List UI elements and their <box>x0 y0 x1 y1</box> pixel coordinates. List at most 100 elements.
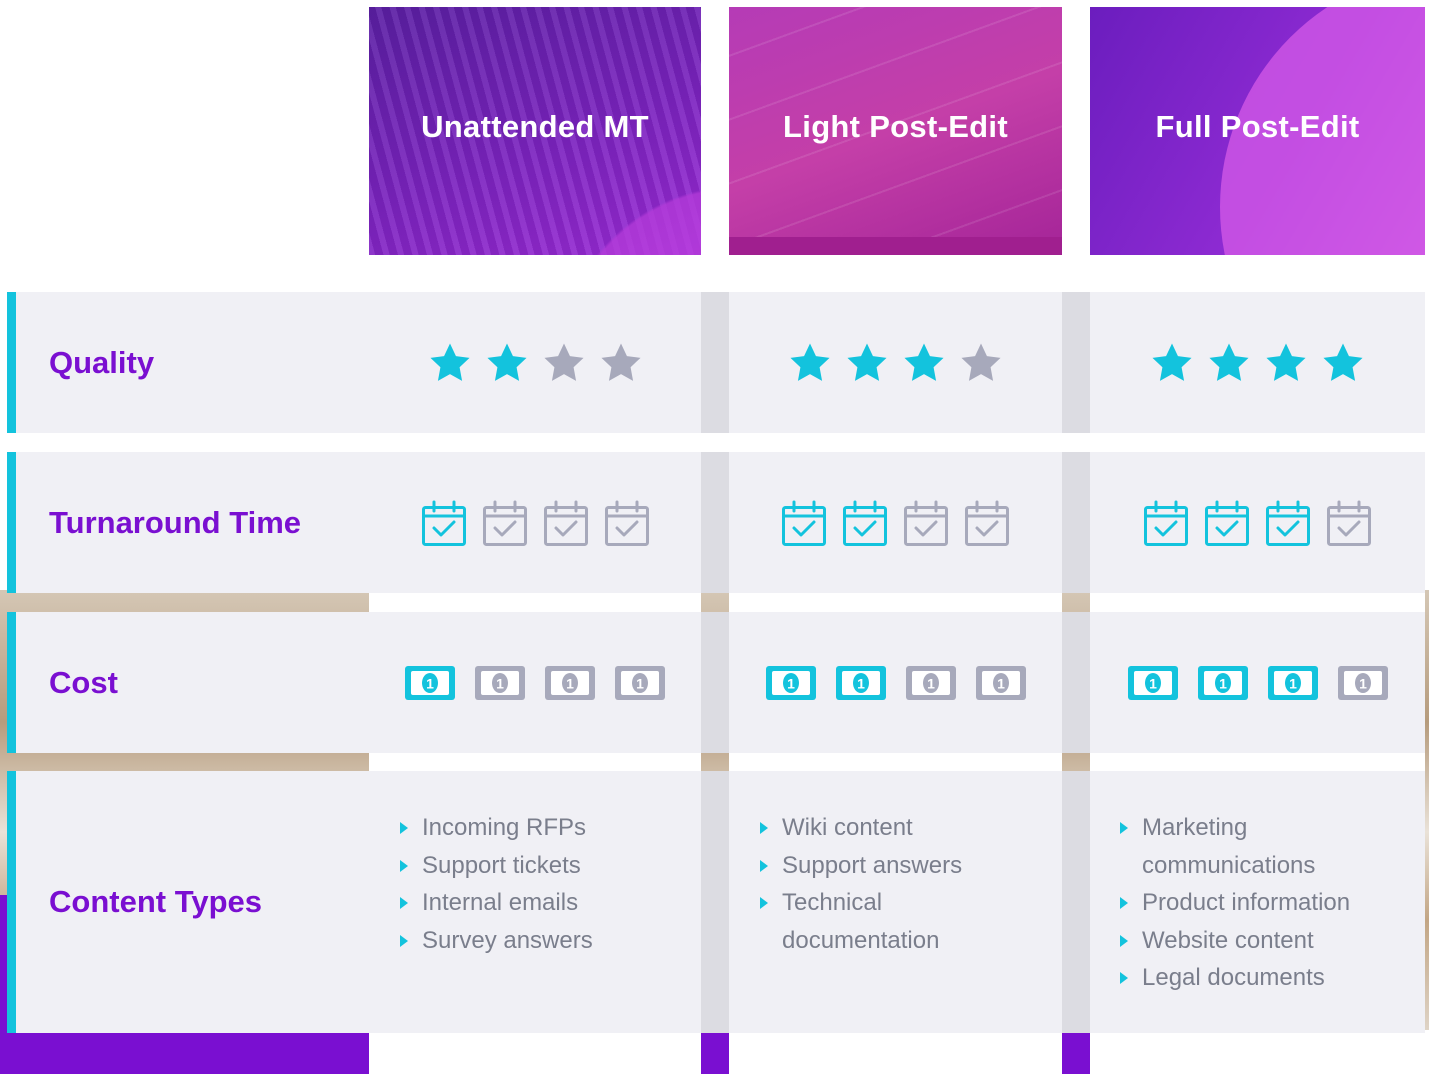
column-divider <box>1062 292 1090 433</box>
star-icon <box>598 340 644 386</box>
calendar-check-icon <box>1326 499 1372 547</box>
svg-text:1: 1 <box>857 675 865 691</box>
calendar-check-icon <box>1143 499 1189 547</box>
star-icon <box>958 340 1004 386</box>
star-icon <box>484 340 530 386</box>
dollar-bill-icon: 1 <box>1337 665 1389 701</box>
row-cost: Cost 1 1 1 1 1 1 1 1 1 1 1 1 <box>7 612 1425 753</box>
calendar-check-icon <box>482 499 528 547</box>
column-divider <box>701 292 729 433</box>
calendar-check-icon <box>1204 499 1250 547</box>
list-item: Survey answers <box>398 922 688 960</box>
turnaround-rating <box>1090 452 1425 593</box>
column-divider <box>701 771 729 1033</box>
list-item: Internal emails <box>398 884 688 922</box>
calendar-check-icon <box>842 499 888 547</box>
star-icon <box>1206 340 1252 386</box>
dollar-bill-icon: 1 <box>474 665 526 701</box>
svg-text:1: 1 <box>997 675 1005 691</box>
column-header-full-post-edit: Full Post-Edit <box>1090 7 1425 255</box>
svg-text:1: 1 <box>636 675 644 691</box>
star-icon <box>1263 340 1309 386</box>
column-title: Full Post-Edit <box>1155 108 1360 144</box>
quality-rating <box>369 292 701 433</box>
row-accent-bar <box>7 452 16 593</box>
quality-rating <box>1090 292 1425 433</box>
row-content-types: Content Types Incoming RFPs Support ticke… <box>7 771 1425 1033</box>
svg-text:1: 1 <box>496 675 504 691</box>
row-accent-bar <box>7 292 16 433</box>
dollar-bill-icon: 1 <box>975 665 1027 701</box>
svg-text:1: 1 <box>1359 675 1367 691</box>
star-icon <box>901 340 947 386</box>
calendar-check-icon <box>421 499 467 547</box>
content-types-list: Incoming RFPs Support tickets Internal ema… <box>398 809 688 959</box>
calendar-check-icon <box>903 499 949 547</box>
list-item: Technical documentation <box>758 884 1038 959</box>
calendar-check-icon <box>604 499 650 547</box>
star-icon <box>844 340 890 386</box>
column-header-unattended-mt: Unattended MT <box>369 7 701 255</box>
star-icon <box>1320 340 1366 386</box>
list-item: Incoming RFPs <box>398 809 688 847</box>
content-types-list: Marketing communications Product informat… <box>1118 809 1408 997</box>
cost-rating: 1 1 1 1 <box>369 612 701 753</box>
dollar-bill-icon: 1 <box>1197 665 1249 701</box>
star-icon <box>1149 340 1195 386</box>
dollar-bill-icon: 1 <box>765 665 817 701</box>
column-divider <box>1062 452 1090 593</box>
svg-text:1: 1 <box>426 675 434 691</box>
svg-text:1: 1 <box>1219 675 1227 691</box>
turnaround-rating <box>369 452 701 593</box>
row-accent-bar <box>7 612 16 753</box>
content-types-list: Wiki content Support answers Technical doc… <box>758 809 1038 959</box>
dollar-bill-icon: 1 <box>1267 665 1319 701</box>
row-label-cost: Cost <box>49 664 118 700</box>
list-item: Wiki content <box>758 809 1038 847</box>
turnaround-rating <box>729 452 1062 593</box>
cost-rating: 1 1 1 1 <box>729 612 1062 753</box>
column-header-light-post-edit: Light Post-Edit <box>729 7 1062 255</box>
calendar-check-icon <box>1265 499 1311 547</box>
row-label-content-types: Content Types <box>49 884 262 919</box>
footer-bar <box>1062 1033 1090 1074</box>
quality-rating <box>729 292 1062 433</box>
calendar-check-icon <box>543 499 589 547</box>
footer-bar <box>0 1033 369 1074</box>
svg-text:1: 1 <box>787 675 795 691</box>
cost-rating: 1 1 1 1 <box>1090 612 1425 753</box>
dollar-bill-icon: 1 <box>614 665 666 701</box>
column-divider <box>1062 771 1090 1033</box>
row-label-quality: Quality <box>49 344 155 380</box>
row-turnaround: Turnaround Time <box>7 452 1425 593</box>
list-item: Marketing communications <box>1118 809 1408 884</box>
dollar-bill-icon: 1 <box>835 665 887 701</box>
dollar-bill-icon: 1 <box>905 665 957 701</box>
list-item: Support answers <box>758 847 1038 885</box>
column-divider <box>1062 612 1090 753</box>
list-item: Website content <box>1118 922 1408 960</box>
svg-text:1: 1 <box>1149 675 1157 691</box>
footer-bar <box>701 1033 729 1074</box>
list-item: Legal documents <box>1118 959 1408 997</box>
row-quality: Quality <box>7 292 1425 433</box>
calendar-check-icon <box>964 499 1010 547</box>
dollar-bill-icon: 1 <box>544 665 596 701</box>
row-label-turnaround: Turnaround Time <box>49 504 302 540</box>
svg-text:1: 1 <box>566 675 574 691</box>
list-item: Product information <box>1118 884 1408 922</box>
column-title: Light Post-Edit <box>783 108 1008 144</box>
column-divider <box>701 452 729 593</box>
column-divider <box>701 612 729 753</box>
dollar-bill-icon: 1 <box>1127 665 1179 701</box>
dollar-bill-icon: 1 <box>404 665 456 701</box>
star-icon <box>541 340 587 386</box>
list-item: Support tickets <box>398 847 688 885</box>
column-title: Unattended MT <box>421 108 649 144</box>
svg-text:1: 1 <box>1289 675 1297 691</box>
row-accent-bar <box>7 771 16 1033</box>
calendar-check-icon <box>781 499 827 547</box>
star-icon <box>787 340 833 386</box>
star-icon <box>427 340 473 386</box>
svg-text:1: 1 <box>927 675 935 691</box>
